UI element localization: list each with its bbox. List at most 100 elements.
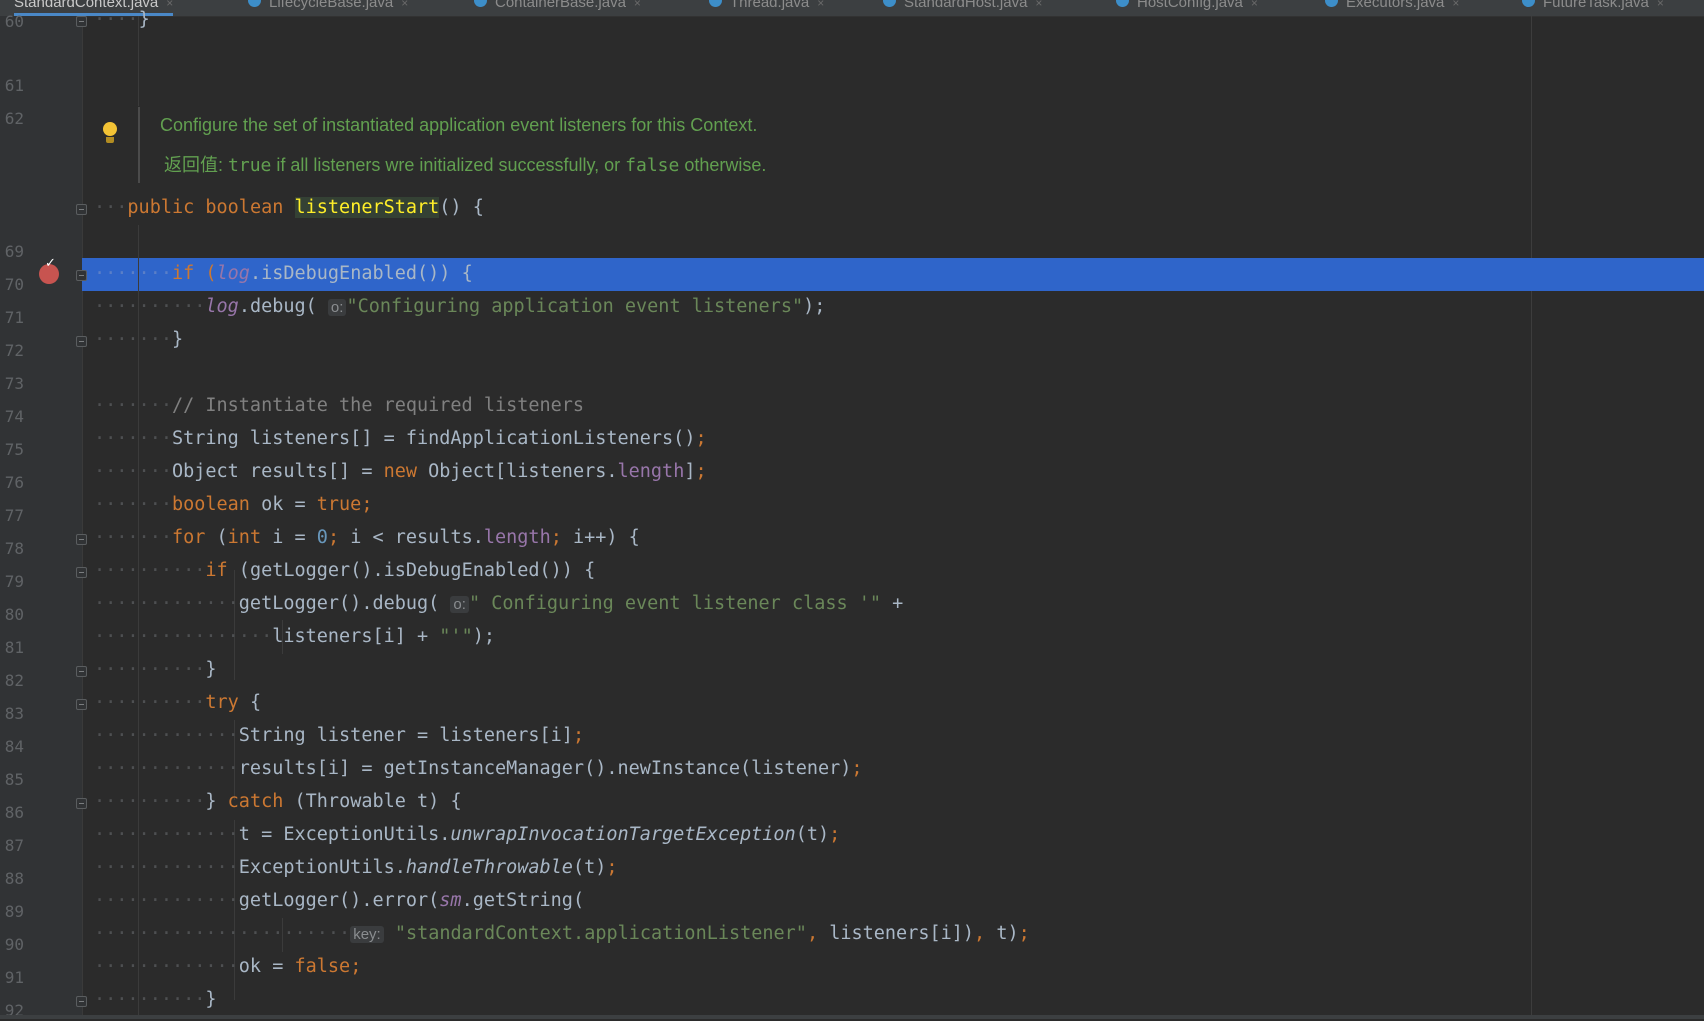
code-line-69[interactable]: ···public boolean listenerStart() { [94,197,484,218]
java-class-icon [1522,0,1535,7]
tab-containerbase[interactable]: ContainerBase.java × [474,0,641,16]
tab-label: Executors.java [1346,0,1445,11]
code-line-85[interactable]: ·············String listener = listeners… [94,726,584,746]
line-number: 74 [4,407,24,426]
tab-futuretask[interactable]: FutureTask.java × [1522,0,1664,16]
code-line-60[interactable]: ····} [94,10,150,30]
close-icon[interactable]: × [634,0,641,10]
close-icon[interactable]: × [817,0,824,10]
java-class-icon [709,0,722,7]
line-number: 85 [4,770,24,789]
code-line-71[interactable]: ·······if (log.isDebugEnabled()) { [94,264,473,284]
gutter-divider [82,16,83,1019]
tab-lifecyclebase[interactable]: LifecycleBase.java × [248,0,408,16]
fold-marker-icon[interactable] [76,567,87,578]
fold-marker-icon[interactable] [76,996,87,1007]
editor-tab-bar: StandardContext.java × LifecycleBase.java… [0,0,1704,17]
javadoc-description: Configure the set of instantiated applic… [160,115,758,135]
close-icon[interactable]: × [1251,0,1258,10]
param-hint: o: [450,596,469,613]
code-line-79[interactable]: ·······for (int i = 0; i < results.lengt… [94,528,640,548]
code-line-73[interactable]: ·······} [94,330,183,350]
code-line-82[interactable]: ················listeners[i] + "'"); [94,627,495,647]
tab-thread[interactable]: Thread.java × [709,0,824,16]
indent-guide [234,570,235,680]
line-number: 86 [4,803,24,822]
fold-marker-icon[interactable] [76,798,87,809]
close-icon[interactable]: × [401,0,408,10]
javadoc-code-false: false [625,155,680,176]
fold-marker-icon[interactable] [76,270,87,281]
java-class-icon [474,0,487,7]
line-number: 83 [4,704,24,723]
code-line-89[interactable]: ·············ExceptionUtils.handleThrowa… [94,858,618,878]
code-line-83[interactable]: ··········} [94,660,217,680]
line-number: 62 [4,109,24,128]
java-class-icon [1325,0,1338,7]
fold-marker-icon[interactable] [76,16,87,27]
code-line-92[interactable]: ·············ok = false; [94,957,361,977]
code-line-84[interactable]: ··········try { [94,693,261,713]
close-icon[interactable]: × [166,0,173,10]
line-number: 81 [4,638,24,657]
line-number: 72 [4,341,24,360]
horizontal-scrollbar[interactable] [0,1015,1704,1019]
tab-label: LifecycleBase.java [269,0,394,11]
fold-marker-icon[interactable] [76,336,87,347]
code-line-80[interactable]: ··········if (getLogger().isDebugEnabled… [94,561,595,581]
breakpoint-checkmark: ✓ [45,256,56,271]
javadoc-return-label: 返回值: [164,155,229,175]
fold-marker-icon[interactable] [76,204,87,215]
javadoc-return: 返回值: true if all listeners wre initializ… [164,151,766,177]
tab-label: Thread.java [730,0,810,11]
line-number: 70 [4,275,24,294]
close-icon[interactable]: × [1035,0,1042,10]
method-name: listenerStart [294,197,440,218]
line-number: 61 [4,76,24,95]
javadoc-return-suffix: otherwise. [679,155,767,175]
line-number: 71 [4,308,24,327]
code-line-91[interactable]: ······················· key: "standardCon… [94,924,1030,945]
line-number: 84 [4,737,24,756]
fold-marker-icon[interactable] [76,534,87,545]
lightbulb-icon[interactable] [103,122,117,136]
code-line-86[interactable]: ·············results[i] = getInstanceMan… [94,759,863,779]
code-line-75[interactable]: ·······// Instantiate the required liste… [94,396,584,416]
line-number: 90 [4,935,24,954]
code-line-72[interactable]: ··········log.debug( o: "Configuring appl… [94,297,825,318]
tab-label: FutureTask.java [1543,0,1649,11]
code-line-81[interactable]: ·············getLogger().debug( o: " Conf… [94,594,903,615]
code-line-87[interactable]: ··········} catch (Throwable t) { [94,792,462,812]
close-icon[interactable]: × [1657,0,1664,10]
line-number: 69 [4,242,24,261]
line-number: 87 [4,836,24,855]
param-hint: o: [327,299,347,316]
line-number: 76 [4,473,24,492]
code-line-90[interactable]: ·············getLogger().error(sm.getStr… [94,891,584,911]
line-number: 75 [4,440,24,459]
line-number: 77 [4,506,24,525]
param-hint: key: [350,926,384,943]
line-number: 60 [4,12,24,31]
java-class-icon [248,0,261,7]
code-line-77[interactable]: ·······Object results[] = new Object[lis… [94,462,707,482]
code-line-88[interactable]: ·············t = ExceptionUtils.unwrapIn… [94,825,840,845]
tab-standardhost[interactable]: StandardHost.java × [883,0,1042,16]
lightbulb-base [106,137,114,143]
tab-hostconfig[interactable]: HostConfig.java × [1116,0,1258,16]
line-number: 73 [4,374,24,393]
line-number: 79 [4,572,24,591]
line-number: 80 [4,605,24,624]
line-number: 82 [4,671,24,690]
tab-executors[interactable]: Executors.java × [1325,0,1459,16]
code-line-93[interactable]: ··········} [94,990,217,1010]
code-line-78[interactable]: ·······boolean ok = true; [94,495,372,515]
javadoc-code-true: true [228,155,272,176]
code-line-76[interactable]: ·······String listeners[] = findApplicat… [94,429,707,449]
tab-label: StandardHost.java [904,0,1028,11]
line-number: 91 [4,968,24,987]
close-icon[interactable]: × [1452,0,1459,10]
java-class-icon [883,0,896,7]
fold-marker-icon[interactable] [76,666,87,677]
fold-marker-icon[interactable] [76,699,87,710]
